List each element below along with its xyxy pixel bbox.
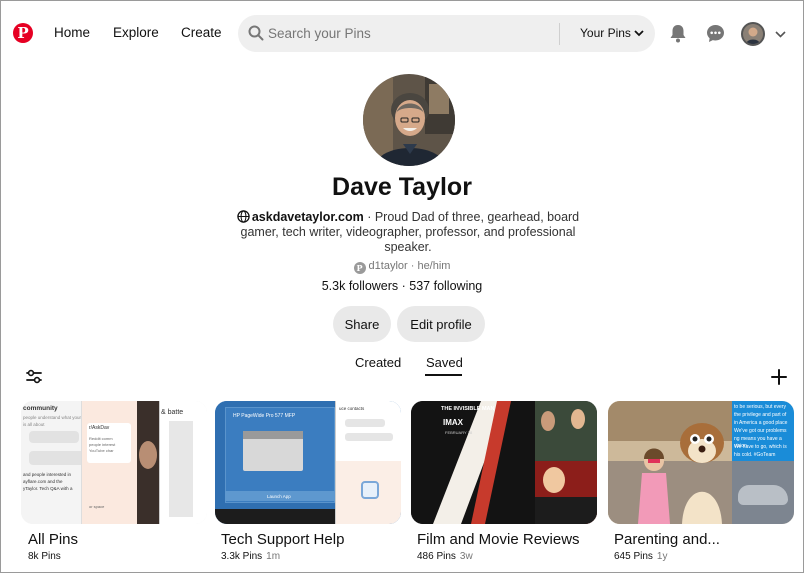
- profile-portrait-icon: [363, 74, 455, 166]
- follow-stats: 5.3k followers · 537 following: [321, 279, 483, 293]
- pin-count: 486 Pins: [417, 551, 456, 562]
- nav-create[interactable]: Create: [181, 25, 222, 40]
- tab-saved[interactable]: Saved: [426, 355, 463, 370]
- filter-icon[interactable]: [26, 369, 42, 384]
- search-bar[interactable]: Your Pins: [238, 15, 655, 52]
- board-title[interactable]: Film and Movie Reviews: [417, 531, 580, 548]
- thumb-text: & batte: [161, 409, 184, 416]
- thumb-text: THE INVISIBLE MAN: [441, 406, 495, 412]
- nav-home[interactable]: Home: [54, 25, 90, 40]
- thumb-bars: [169, 421, 193, 517]
- bell-icon[interactable]: [669, 24, 687, 43]
- thumb-text: r/AskDav: [89, 425, 110, 431]
- search-icon: [248, 25, 264, 41]
- board-age: 3w: [459, 551, 473, 562]
- board-title[interactable]: Parenting and...: [614, 531, 720, 548]
- plus-icon[interactable]: [771, 369, 787, 385]
- followers-link[interactable]: 5.3k followers: [322, 279, 398, 293]
- app-icon: [361, 481, 379, 499]
- thumb-poster-dark: [535, 497, 597, 524]
- profile-handle: Pd1taylor · he/him: [1, 260, 803, 274]
- pronouns: · he/him: [407, 260, 451, 272]
- username: d1taylor: [368, 260, 408, 272]
- thumb-bubble: [345, 419, 385, 427]
- thumb-text: in America a good place: [734, 420, 788, 426]
- thumb-text: We've got our problems: [734, 428, 787, 434]
- messages-icon[interactable]: [706, 24, 725, 43]
- board-thumbnail-parenting[interactable]: to be serious, but every the privilege a…: [608, 401, 794, 524]
- board-meta: 486 Pins 3w: [417, 551, 473, 562]
- thumb-text: his cold. #GoTeam: [734, 452, 776, 458]
- board-meta: 3.3k Pins 1m: [221, 551, 280, 562]
- printer-top: [243, 431, 303, 439]
- pin-count: 645 Pins: [614, 551, 653, 562]
- thumb-photo-two: [535, 401, 597, 461]
- profile-bio: askdavetaylor.com · Proud Dad of three, …: [233, 210, 583, 255]
- thumb-bubble: [29, 451, 87, 465]
- board-age: 1m: [266, 551, 281, 562]
- board-title[interactable]: All Pins: [28, 531, 78, 548]
- thumb-text: FEBRUARY 28: [445, 430, 473, 435]
- board-thumbnail-film[interactable]: THE INVISIBLE MAN IMAX FEBRUARY 28: [411, 401, 597, 524]
- pinterest-mini-icon: P: [353, 262, 366, 274]
- top-nav: P Home Explore Create Your Pins: [1, 1, 803, 67]
- thumb-text: community: [23, 405, 58, 412]
- board-age: 1y: [656, 551, 668, 562]
- thumb-text: Launch App: [267, 494, 291, 499]
- thumb-text: We have to go, which is: [734, 444, 787, 450]
- thumb-shoe: [738, 485, 788, 505]
- account-avatar[interactable]: [741, 22, 765, 46]
- invisible-man-poster: [411, 401, 535, 524]
- globe-icon: [237, 210, 250, 223]
- board-thumbnail-tech-support[interactable]: HP PageWide Pro 577 MFP Launch App uce c…: [215, 401, 401, 524]
- board-thumbnail-all-pins[interactable]: community people understand what your co…: [21, 401, 207, 524]
- board-meta: 645 Pins 1y: [614, 551, 667, 562]
- profile-name: Dave Taylor: [332, 173, 472, 201]
- thumb-face: [543, 467, 565, 493]
- thumb-face: [571, 409, 585, 429]
- thumb-text: IMAX: [443, 418, 463, 427]
- profile-photo: [363, 74, 455, 166]
- pinterest-logo-icon[interactable]: P: [13, 23, 33, 43]
- thumb-bubble: [345, 433, 393, 441]
- search-input[interactable]: [268, 23, 548, 43]
- website-link[interactable]: askdavetaylor.com: [252, 210, 364, 224]
- thumb-photo-face: [139, 441, 157, 469]
- pin-count: 3.3k Pins: [221, 551, 263, 562]
- thumb-text: uce contacts: [339, 406, 365, 411]
- thumb-text: or space: [89, 504, 105, 509]
- board-title[interactable]: Tech Support Help: [221, 531, 344, 548]
- tab-created[interactable]: Created: [355, 355, 401, 370]
- thumb-text: to be serious, but every: [734, 404, 786, 410]
- avatar-photo-icon: [743, 24, 763, 44]
- active-tab-indicator: [425, 374, 462, 376]
- nav-explore[interactable]: Explore: [113, 25, 159, 40]
- following-link[interactable]: 537 following: [409, 279, 482, 293]
- search-scope-dropdown[interactable]: Your Pins: [580, 26, 631, 40]
- thumb-face: [541, 411, 555, 431]
- search-divider: [559, 23, 560, 45]
- disney-photo: [608, 401, 732, 524]
- thumb-bubble: [29, 431, 79, 443]
- thumb-text: YouTube char: [89, 448, 114, 453]
- thumb-taskbar: [215, 509, 335, 524]
- account-chevron-icon[interactable]: [775, 31, 786, 38]
- edit-profile-button[interactable]: Edit profile: [397, 306, 485, 342]
- thumb-text: HP PageWide Pro 577 MFP: [233, 413, 296, 419]
- chevron-down-icon[interactable]: [634, 29, 644, 37]
- board-meta: 8k Pins: [28, 551, 61, 562]
- thumb-text: the privilege and part of: [734, 412, 787, 418]
- share-button[interactable]: Share: [333, 306, 391, 342]
- pin-count: 8k Pins: [28, 551, 61, 562]
